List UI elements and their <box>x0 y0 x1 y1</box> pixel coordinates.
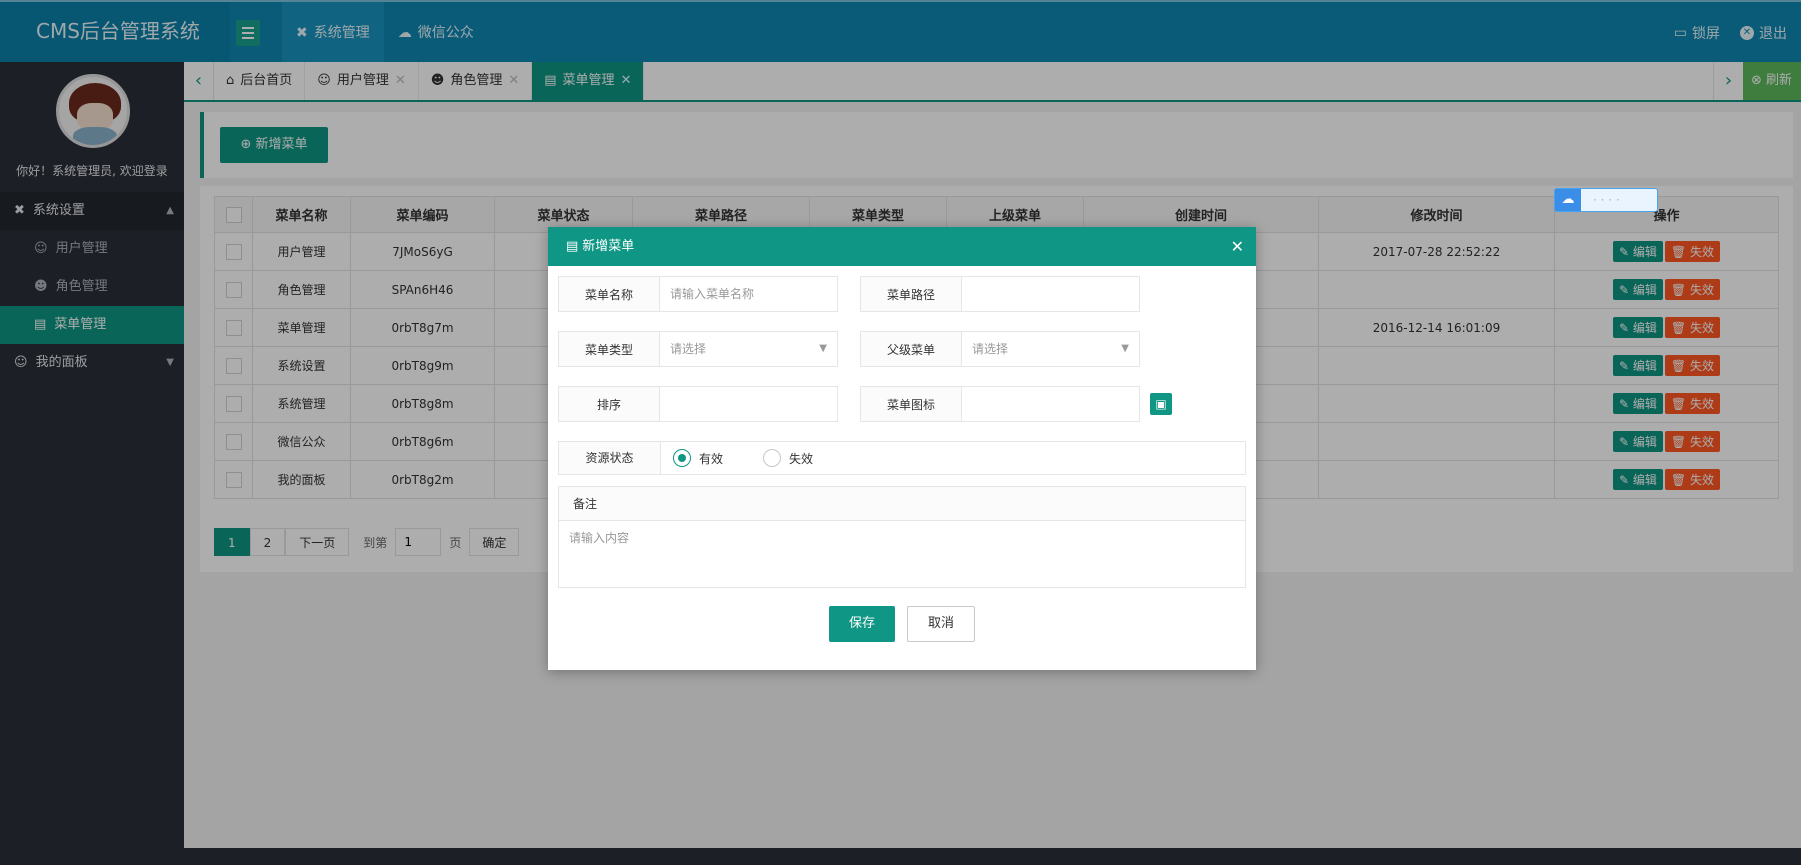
image-picker-icon[interactable]: ▣ <box>1150 393 1172 415</box>
menu-type-select[interactable]: 请选择 ▼ <box>660 331 838 367</box>
radio-unchecked-icon[interactable] <box>763 449 782 467</box>
dialog-header: ▤ 新增菜单 ✕ <box>548 227 1256 266</box>
menu-path-input[interactable] <box>962 276 1140 312</box>
dialog-title: 新增菜单 <box>582 239 635 254</box>
menu-name-input[interactable]: 请输入菜单名称 <box>660 276 838 312</box>
field-label: 资源状态 <box>559 442 661 474</box>
cloud-icon: ☁ <box>1555 189 1581 211</box>
menu-icon-input[interactable] <box>962 386 1140 422</box>
dialog-buttons: 保存 取消 <box>829 606 975 642</box>
radio-label: 失效 <box>789 451 814 466</box>
field-label: 菜单名称 <box>558 276 660 312</box>
field-label: 备注 <box>559 487 1245 521</box>
radio-invalid[interactable]: 失效 <box>763 442 813 474</box>
radio-checked-icon[interactable] <box>673 449 691 467</box>
add-menu-dialog: ▤ 新增菜单 ✕ 菜单名称 请输入菜单名称 菜单路径 菜单类型 请选择 ▼ 父级… <box>548 227 1256 670</box>
close-icon[interactable]: ✕ <box>1231 227 1244 266</box>
field-label: 父级菜单 <box>860 331 962 367</box>
field-menu-icon: 菜单图标 ▣ <box>860 386 1172 422</box>
menu-icon: ▤ <box>566 239 579 254</box>
field-label: 菜单图标 <box>860 386 962 422</box>
sort-input[interactable] <box>660 386 838 422</box>
radio-valid[interactable]: 有效 <box>673 442 723 474</box>
field-label: 菜单类型 <box>558 331 660 367</box>
parent-menu-select[interactable]: 请选择 ▼ <box>962 331 1140 367</box>
cancel-button[interactable]: 取消 <box>907 606 975 642</box>
chevron-down-icon: ▼ <box>819 343 827 354</box>
save-button[interactable]: 保存 <box>829 606 895 642</box>
select-value: 请选择 <box>972 342 1009 356</box>
field-menu-name: 菜单名称 请输入菜单名称 <box>558 276 838 312</box>
remark-textarea[interactable]: 请输入内容 <box>559 521 1245 554</box>
field-label: 菜单路径 <box>860 276 962 312</box>
field-menu-type: 菜单类型 请选择 ▼ <box>558 331 838 367</box>
field-sort: 排序 <box>558 386 838 422</box>
baidu-cloud-badge[interactable]: ☁ · · · · <box>1554 188 1658 212</box>
field-label: 排序 <box>558 386 660 422</box>
field-parent-menu: 父级菜单 请选择 ▼ <box>860 331 1140 367</box>
field-resource-status: 资源状态 有效 失效 <box>558 441 1246 475</box>
field-menu-path: 菜单路径 <box>860 276 1140 312</box>
radio-label: 有效 <box>699 451 724 466</box>
chevron-down-icon: ▼ <box>1121 343 1129 354</box>
field-remark: 备注 请输入内容 <box>558 486 1246 588</box>
select-value: 请选择 <box>670 342 707 356</box>
cloud-badge-text: · · · · <box>1593 193 1620 207</box>
